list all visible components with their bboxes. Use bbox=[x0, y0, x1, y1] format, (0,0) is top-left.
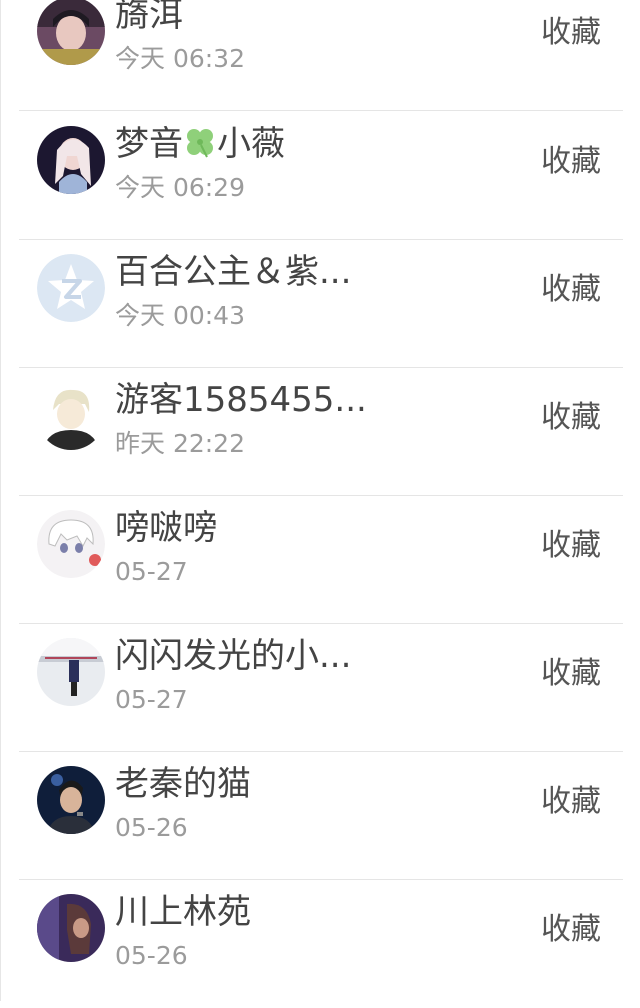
timestamp: 今天 06:29 bbox=[115, 173, 245, 202]
contact-name: 嗙啵嗙 bbox=[115, 508, 217, 548]
timestamp: 05-26 bbox=[115, 813, 188, 842]
timestamp: 昨天 22:22 bbox=[115, 429, 245, 458]
contact-name: 闪闪发光的小... bbox=[115, 636, 352, 676]
list-item[interactable]: 老秦的猫 05-26 收藏 bbox=[1, 752, 640, 880]
list-item[interactable]: 闪闪发光的小... 05-27 收藏 bbox=[1, 624, 640, 752]
timestamp: 今天 06:32 bbox=[115, 44, 245, 73]
avatar[interactable] bbox=[37, 382, 105, 450]
contact-name: 川上林苑 bbox=[115, 892, 251, 932]
favorite-button[interactable]: 收藏 bbox=[541, 270, 601, 310]
contact-name: 百合公主＆紫... bbox=[115, 252, 352, 292]
contact-name: 旖洱 bbox=[115, 0, 183, 35]
favorites-list: 旖洱 今天 06:32 收藏 梦音 小薇 今天 06:29 收藏 百合公主＆紫.… bbox=[0, 0, 640, 1001]
favorite-button[interactable]: 收藏 bbox=[541, 13, 601, 53]
avatar[interactable] bbox=[37, 766, 105, 834]
timestamp: 05-26 bbox=[115, 941, 188, 970]
avatar[interactable] bbox=[37, 638, 105, 706]
favorite-button[interactable]: 收藏 bbox=[541, 142, 601, 182]
timestamp: 今天 00:43 bbox=[115, 301, 245, 330]
contact-name: 梦音 小薇 bbox=[115, 122, 375, 166]
divider bbox=[19, 110, 623, 111]
timestamp: 05-27 bbox=[115, 685, 188, 714]
contact-name: 老秦的猫 bbox=[115, 764, 251, 804]
avatar[interactable] bbox=[37, 126, 105, 194]
avatar[interactable] bbox=[37, 0, 105, 65]
list-item[interactable]: 旖洱 今天 06:32 收藏 bbox=[1, 0, 640, 111]
list-item[interactable]: 梦音 小薇 今天 06:29 收藏 bbox=[1, 112, 640, 240]
contact-name-suffix: 小薇 bbox=[217, 124, 285, 164]
favorite-button[interactable]: 收藏 bbox=[541, 782, 601, 822]
avatar[interactable] bbox=[37, 510, 105, 578]
timestamp: 05-27 bbox=[115, 557, 188, 586]
favorite-button[interactable]: 收藏 bbox=[541, 654, 601, 694]
list-item[interactable]: 百合公主＆紫... 今天 00:43 收藏 bbox=[1, 240, 640, 368]
list-item[interactable]: 川上林苑 05-26 收藏 bbox=[1, 880, 640, 1008]
four-leaf-clover-icon bbox=[183, 125, 217, 159]
avatar[interactable] bbox=[37, 894, 105, 962]
favorite-button[interactable]: 收藏 bbox=[541, 526, 601, 566]
contact-name: 游客1585455... bbox=[115, 380, 367, 420]
favorite-button[interactable]: 收藏 bbox=[541, 398, 601, 438]
list-item[interactable]: 嗙啵嗙 05-27 收藏 bbox=[1, 496, 640, 624]
contact-name-prefix: 梦音 bbox=[115, 124, 183, 164]
qzone-star-icon[interactable] bbox=[37, 254, 105, 322]
list-item[interactable]: 游客1585455... 昨天 22:22 收藏 bbox=[1, 368, 640, 496]
favorite-button[interactable]: 收藏 bbox=[541, 910, 601, 950]
